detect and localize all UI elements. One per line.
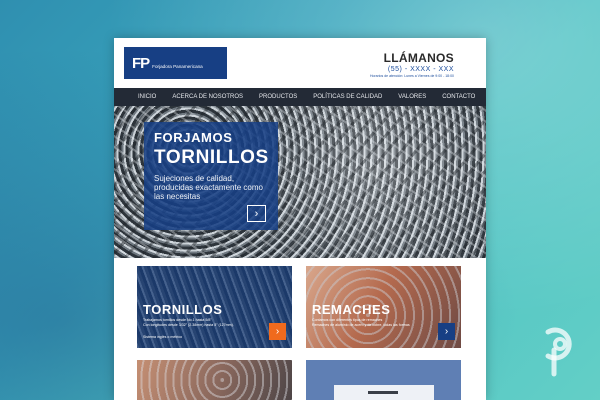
nav-item-valores[interactable]: VALORES: [398, 94, 426, 100]
hero-next-button[interactable]: ›: [247, 205, 266, 222]
nav-item-inicio[interactable]: INICIO: [138, 94, 156, 100]
card-description-line1: Trabajamos tornillos desde No.1 hasta 5/…: [143, 318, 212, 322]
product-card-remaches[interactable]: REMACHES Contamos con diferentes tipos d…: [306, 266, 461, 348]
card-title: REMACHES: [312, 302, 391, 317]
chevron-right-icon: ›: [254, 207, 259, 220]
product-card-tornillos[interactable]: TORNILLOS Trabajamos tornillos desde No.…: [137, 266, 292, 348]
call-us-block: LLÁMANOS (55) - XXXX - XXX Horarios de a…: [370, 51, 454, 78]
chevron-right-icon: ›: [275, 326, 280, 337]
website-mockup: FP Forjadora Panamericana LLÁMANOS (55) …: [114, 38, 486, 400]
nav-item-acerca[interactable]: ACERCA DE NOSOTROS: [172, 94, 243, 100]
chevron-right-icon: ›: [444, 326, 449, 337]
logo-mark: FP: [132, 54, 150, 72]
product-card-bottom-right[interactable]: [306, 360, 461, 400]
nav-item-politicas[interactable]: POLÍTICAS DE CALIDAD: [313, 94, 382, 100]
hero-banner: FORJAMOS TORNILLOS Sujeciones de calidad…: [114, 106, 486, 258]
logo-text: Forjadora Panamericana: [152, 63, 203, 69]
hero-pre-title: FORJAMOS: [154, 130, 233, 145]
card-description-line1: Contamos con diferentes tipos de remache…: [312, 318, 383, 322]
hero-subtitle: Sujeciones de calidad, producidas exacta…: [154, 174, 263, 201]
card-description-line2: Con longitudes desde 3/32" (2.38mm) hast…: [143, 323, 234, 327]
hero-title: TORNILLOS: [154, 147, 269, 168]
site-header: FP Forjadora Panamericana LLÁMANOS (55) …: [114, 38, 486, 88]
card-arrow-button[interactable]: ›: [438, 323, 455, 340]
office-hours: Horarios de atención: Lunes a Viernes de…: [370, 74, 454, 78]
phone-number[interactable]: (55) - XXXX - XXX: [370, 66, 454, 73]
card-link[interactable]: Sistema inglés o métrico: [143, 335, 182, 339]
main-nav: INICIO ACERCA DE NOSOTROS PRODUCTOS POLÍ…: [114, 88, 486, 106]
product-card-bottom-left[interactable]: [137, 360, 292, 400]
hero-text-box: FORJAMOS TORNILLOS Sujeciones de calidad…: [144, 122, 278, 230]
call-title: LLÁMANOS: [383, 51, 454, 65]
card-title: TORNILLOS: [143, 302, 223, 317]
card-description-line2: Remaches de aluminio de acero y de cobre…: [312, 323, 410, 327]
brand-watermark-icon: [545, 327, 572, 377]
nav-item-contacto[interactable]: CONTACTO: [442, 94, 475, 100]
product-image: [334, 385, 434, 400]
card-arrow-button[interactable]: ›: [269, 323, 286, 340]
nav-item-productos[interactable]: PRODUCTOS: [259, 94, 297, 100]
company-logo[interactable]: FP Forjadora Panamericana: [124, 47, 227, 79]
